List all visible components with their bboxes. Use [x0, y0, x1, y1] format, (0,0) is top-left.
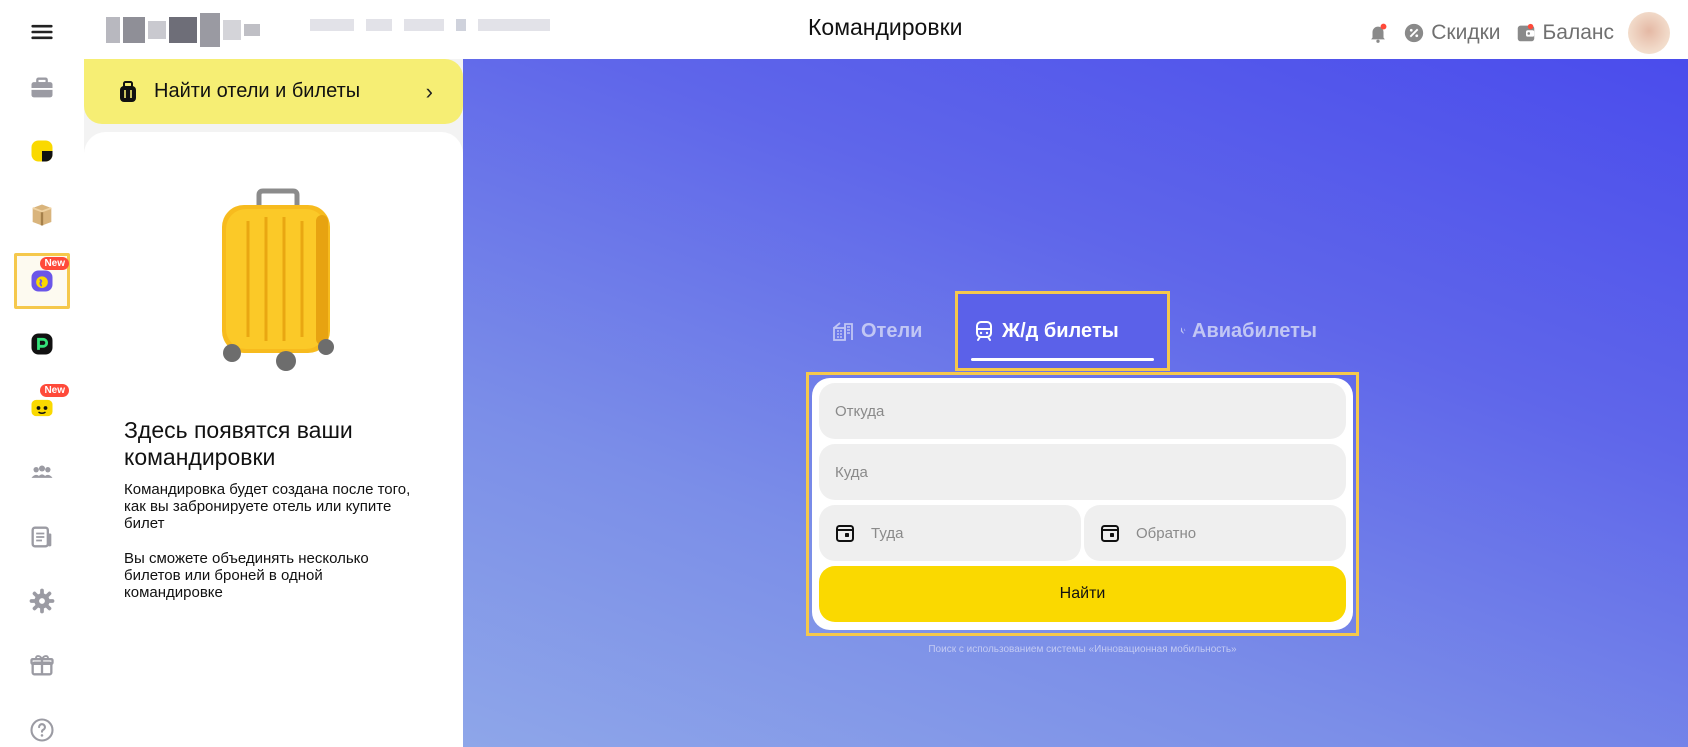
bell-icon: [1371, 23, 1387, 43]
search-hero: Отели Ж/д билеты Авиабилеты Туда Обратно…: [463, 59, 1688, 747]
chevron-right-icon: ›: [425, 79, 433, 104]
tab-trains-label: Ж/д билеты: [1002, 319, 1119, 342]
tab-hotels-label: Отели: [861, 319, 923, 342]
train-search-form: Туда Обратно Найти: [806, 372, 1359, 636]
sidebar-item-trips[interactable]: New: [14, 253, 70, 309]
sidebar-item-gifts[interactable]: [14, 637, 70, 693]
settings-icon: [29, 588, 55, 614]
find-hotels-tickets-button[interactable]: Найти отели и билеты ›: [84, 59, 463, 124]
sidebar-item-delivery[interactable]: [14, 187, 70, 243]
page-title: Командировки: [808, 14, 963, 40]
powered-by-note: Поиск с использованием системы «Инноваци…: [928, 644, 1237, 655]
help-icon: [30, 718, 54, 742]
suitcase-icon: [120, 80, 136, 102]
travel-globe-icon: [31, 270, 53, 292]
suitcase-illustration: [222, 188, 334, 371]
tab-hotels[interactable]: Отели: [821, 294, 955, 368]
date-there-label: Туда: [871, 524, 904, 542]
search-tabs: Отели Ж/д билеты Авиабилеты: [821, 291, 1327, 371]
wallet-icon: [1517, 23, 1534, 42]
briefcase-icon: [31, 77, 53, 98]
train-icon: [976, 321, 992, 341]
search-button[interactable]: Найти: [819, 566, 1346, 622]
find-button-label: Найти отели и билеты: [154, 80, 361, 102]
notifications-button[interactable]: [1367, 22, 1389, 44]
from-input[interactable]: [819, 383, 1346, 439]
tab-avia-label: Авиабилеты: [1192, 319, 1317, 342]
header-actions: Скидки Баланс: [1367, 12, 1670, 54]
sidebar-item-settings[interactable]: [14, 573, 70, 629]
balance-button[interactable]: Баланс: [1515, 21, 1615, 45]
p-app-icon: [31, 333, 53, 355]
gift-icon: [30, 655, 54, 676]
food-icon: [31, 399, 53, 417]
people-icon: [31, 465, 53, 478]
menu-icon: [31, 24, 53, 40]
sidebar-item-taxi[interactable]: [14, 123, 70, 179]
sidebar-item-food[interactable]: New: [14, 380, 70, 436]
sidebar-item-employees[interactable]: [14, 444, 70, 500]
tab-avia[interactable]: Авиабилеты: [1167, 294, 1327, 368]
trips-panel: Найти отели и билеты › Здесь появятся ва…: [84, 59, 463, 747]
tab-trains[interactable]: Ж/д билеты: [955, 291, 1170, 371]
sidebar-item-help[interactable]: [14, 702, 70, 747]
menu-button[interactable]: [14, 4, 70, 60]
discounts-label: Скидки: [1431, 21, 1501, 44]
calendar-icon: [1101, 525, 1119, 542]
discount-icon: [1405, 23, 1424, 43]
sidebar-item-p-app[interactable]: [14, 316, 70, 372]
date-back-label: Обратно: [1136, 524, 1197, 542]
empty-state-text-2: Вы сможете объединять несколько билетов …: [124, 550, 369, 601]
to-input[interactable]: [819, 444, 1346, 500]
sidebar-item-business[interactable]: [14, 60, 70, 116]
documents-icon: [31, 526, 52, 548]
calendar-icon: [836, 525, 854, 542]
left-rail: New New: [0, 0, 84, 747]
airplane-icon: [1178, 327, 1186, 334]
date-there-field[interactable]: Туда: [819, 505, 1081, 561]
org-switcher[interactable]: [310, 19, 550, 31]
new-badge: New: [40, 257, 69, 270]
empty-state-text: Командировка будет создана после того, к…: [124, 481, 411, 532]
date-back-field[interactable]: Обратно: [1084, 505, 1346, 561]
sidebar-item-documents[interactable]: [14, 509, 70, 565]
empty-state-title: Здесь появятся ваши командировки: [124, 417, 353, 470]
taxi-icon: [31, 140, 53, 162]
top-header: Командировки Скидки Баланс: [84, 0, 1688, 59]
discounts-button[interactable]: Скидки: [1403, 21, 1501, 45]
train-search-card: Туда Обратно Найти: [812, 378, 1353, 630]
avatar[interactable]: [1628, 12, 1670, 54]
hotel-icon: [833, 322, 853, 341]
company-logo[interactable]: [106, 10, 290, 50]
balance-label: Баланс: [1542, 21, 1615, 44]
box-icon: [32, 204, 52, 226]
new-badge: New: [40, 384, 69, 397]
empty-trips-card: Здесь появятся ваши командировки Команди…: [84, 132, 463, 747]
